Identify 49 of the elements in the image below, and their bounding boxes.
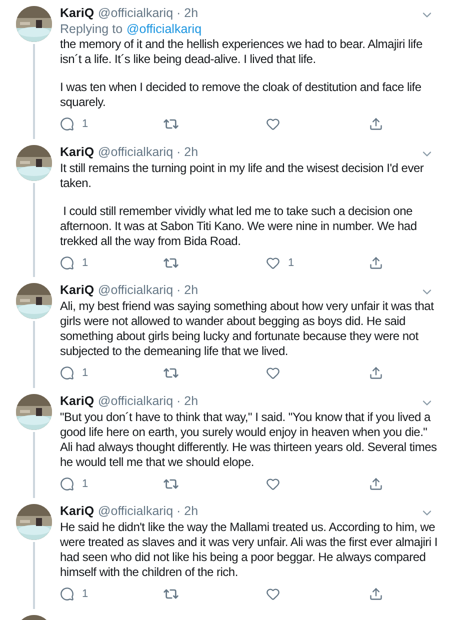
tweet-text: I could still remember vividly what led me to take such a decision one afternoon. It was at Sabon Titi Kano. We were nine in number. We had trekked all the way from Bida Road. xyxy=(60,204,418,248)
share-button[interactable] xyxy=(369,476,383,491)
tweet-text: the memory of it and the hellish experiences we had to bear. Almajiri life isn´t a life. It´s like being dead-alive. I lived that life. xyxy=(60,37,424,67)
reply-button[interactable]: 1 xyxy=(60,586,88,602)
heart-icon xyxy=(266,256,280,270)
like-button[interactable]: 1 xyxy=(266,254,294,271)
reply-button[interactable]: 1 xyxy=(60,476,88,492)
author-name[interactable]: KariQ xyxy=(60,6,94,21)
share-icon xyxy=(369,366,383,380)
share-icon xyxy=(369,476,383,491)
share-button[interactable] xyxy=(369,117,383,132)
speech-bubble-icon xyxy=(60,587,74,602)
replying-to-label: Replying to xyxy=(60,22,123,37)
tweet-meta: @officialkariq · 2h xyxy=(98,144,198,160)
author-name[interactable]: KariQ xyxy=(60,394,94,408)
share-icon xyxy=(369,117,383,132)
share-button[interactable] xyxy=(369,366,383,380)
speech-bubble-icon xyxy=(60,366,74,380)
tweet-meta: @officialkariq · 2h xyxy=(98,394,198,408)
share-icon xyxy=(369,256,383,270)
tweet-meta: @officialkariq · 2h xyxy=(98,283,198,298)
like-button[interactable] xyxy=(266,476,280,491)
reply-handle-link[interactable]: @officialkariq xyxy=(126,22,202,37)
author-name[interactable]: KariQ xyxy=(60,144,94,160)
heart-icon xyxy=(266,117,280,132)
heart-icon xyxy=(266,366,280,380)
author-name[interactable]: KariQ xyxy=(60,283,94,298)
share-icon xyxy=(369,587,383,602)
speech-bubble-icon xyxy=(60,476,74,491)
reply-button[interactable]: 1 xyxy=(60,254,88,271)
tweet-text: Ali, my best friend was saying something about how very unfair it was that girls were not allowed to wander about begging as boys did. He said something about girls being lucky and fortunate because they were not subjected to the demeaning life that we lived. xyxy=(60,299,435,359)
reply-button[interactable]: 1 xyxy=(60,116,88,132)
author-name[interactable]: KariQ xyxy=(60,504,94,519)
tweet-text: He said he didn't like the way the Mallami treated us. According to him, we were treated as slaves and it was very unfair. Ali was the first ever almajiri I had seen who did not like his being a poor beggar. He always compared himself with the children of the rich. xyxy=(60,520,438,580)
tweet-text: It still remains the turning point in my life and the wisest decision I'd ever taken. xyxy=(60,160,425,190)
like-button[interactable] xyxy=(266,587,280,602)
speech-bubble-icon xyxy=(60,117,74,132)
tweet-text: "But you don´t have to think that way," I said. "You know that if you lived a good life here on earth, you surely would enjoy in heaven when you die." Ali had always thought differently. He was thirteen years old. Several times he would tell me that we should elope. xyxy=(60,410,438,470)
share-button[interactable] xyxy=(369,587,383,602)
like-button[interactable] xyxy=(266,366,280,380)
tweet-meta: @officialkariq · 2h xyxy=(98,6,198,21)
share-button[interactable] xyxy=(369,256,383,270)
heart-icon xyxy=(266,476,280,491)
reply-button[interactable]: 1 xyxy=(60,365,88,382)
speech-bubble-icon xyxy=(60,256,74,270)
tweet-meta: @officialkariq · 2h xyxy=(98,504,198,519)
heart-icon xyxy=(266,587,280,602)
like-button[interactable] xyxy=(266,117,280,132)
tweet-text: I was ten when I decided to remove the cloak of destitution and face life squarely. xyxy=(60,80,422,110)
